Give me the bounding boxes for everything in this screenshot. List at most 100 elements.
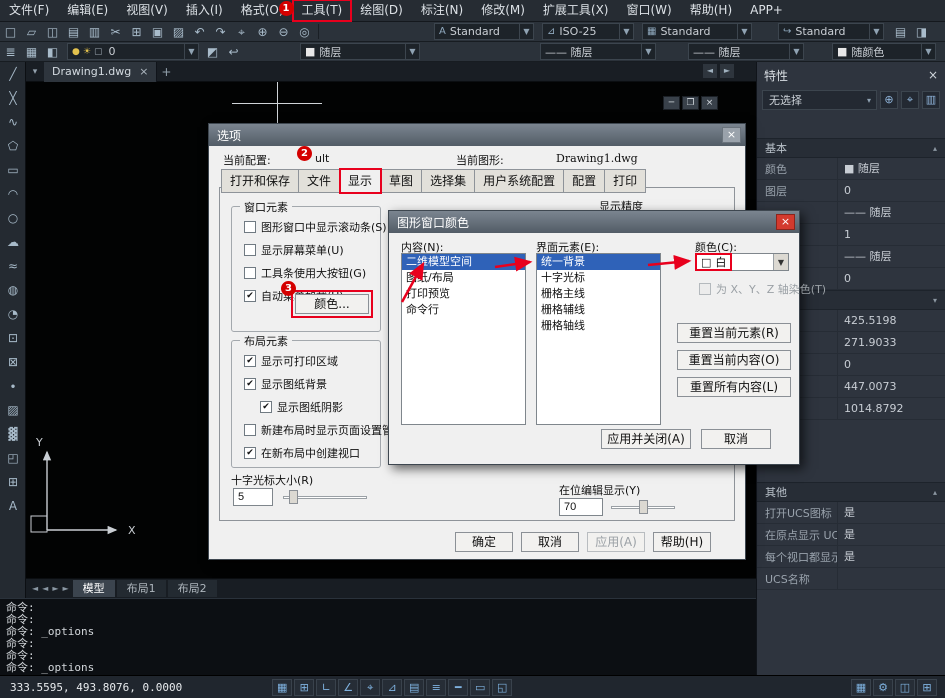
table-style-combo[interactable]: ▦ Standard ▼ [642,23,752,40]
layer-combo[interactable]: ●☀▢ 0 ▼ [67,43,199,60]
section-header-other[interactable]: 其他 ▴ [757,482,945,502]
options-tab[interactable]: 配置 [564,169,605,193]
property-row[interactable]: 打开UCS图标 是 [757,502,945,524]
layer-isolate-icon[interactable]: ◧ [42,43,63,61]
apply-and-close-button[interactable]: 应用并关闭(A) [601,429,691,449]
lineweight-combo[interactable]: —— 随层 ▼ [688,43,804,60]
menu-item[interactable]: 视图(V) [117,0,177,21]
layout-nav-icon[interactable]: ◄ [40,584,50,593]
arc-icon[interactable]: ◠ [0,182,26,206]
list-item[interactable]: 栅格辅线 [537,302,660,318]
properties-panel-icon[interactable]: ▤ [890,23,911,41]
options-tab[interactable]: 选择集 [422,169,475,193]
toggle-pickadd-icon[interactable]: ⊕ [880,91,898,109]
crosshair-size-input[interactable] [233,488,273,506]
section-header-basic[interactable]: 基本 ▴ [757,138,945,158]
menu-item[interactable]: 帮助(H) [681,0,741,21]
menu-item[interactable]: 绘图(D) [351,0,412,21]
options-tab[interactable]: 显示 [340,169,381,193]
ellipse-icon[interactable]: ◍ [0,278,26,302]
list-item[interactable]: 统一背景 [537,254,660,270]
close-icon[interactable]: × [776,214,795,230]
plotstyle-combo[interactable]: ■ 随颜色 ▼ [832,43,936,60]
menu-item[interactable]: 标注(N) [412,0,472,21]
open-icon[interactable]: ▱ [21,23,42,41]
menu-item[interactable]: 窗口(W) [618,0,681,21]
rectangle-icon[interactable]: ▭ [0,158,26,182]
list-item[interactable]: 打印预览 [402,286,525,302]
list-item[interactable]: 二维模型空间 [402,254,525,270]
mleader-style-combo[interactable]: ↪ Standard ▼ [778,23,884,40]
color-combo[interactable]: ■ 随层 ▼ [300,43,420,60]
layout-nav-icon[interactable]: ◄ [30,584,40,593]
options-tab[interactable]: 用户系统配置 [475,169,564,193]
ducs-toggle[interactable]: ▤ [404,679,424,696]
construction-line-icon[interactable]: ╳ [0,86,26,110]
save-icon[interactable]: ◫ [42,23,63,41]
close-tab-icon[interactable]: × [139,65,148,78]
line-icon[interactable]: ╱ [0,62,26,86]
layout-nav-icon[interactable]: ► [60,584,70,593]
paste-icon[interactable]: ▣ [147,23,168,41]
region-icon[interactable]: ◰ [0,446,26,470]
table-icon[interactable]: ⊞ [0,470,26,494]
orbit-icon[interactable]: ◎ [294,23,315,41]
property-row[interactable]: 在原点显示 UCS ... 是 [757,524,945,546]
linetype-combo[interactable]: —— 随层 ▼ [540,43,656,60]
select-objects-icon[interactable]: ⌖ [901,91,919,109]
options-tab[interactable]: 打开和保存 [221,169,299,193]
dyn-toggle[interactable]: ≡ [426,679,446,696]
quick-select-icon[interactable]: ▥ [922,91,940,109]
model-space-toggle[interactable]: ◱ [492,679,512,696]
ok-button[interactable]: 确定 [455,532,513,552]
spline-icon[interactable]: ≈ [0,254,26,278]
close-icon[interactable]: × [722,127,741,143]
reset-button[interactable]: 重置当前内容(O) [677,350,791,370]
new-tab-icon[interactable]: + [157,65,175,79]
reset-button[interactable]: 重置所有内容(L) [677,377,791,397]
document-tab[interactable]: Drawing1.dwg × [44,62,157,82]
redo-icon[interactable]: ↷ [210,23,231,41]
slider-thumb[interactable] [289,490,298,504]
layout-tab[interactable]: 布局2 [168,580,217,597]
revision-cloud-icon[interactable]: ☁ [0,230,26,254]
annotation-scale-icon[interactable]: ▦ [851,679,871,696]
gradient-icon[interactable]: ▓ [0,422,26,446]
match-properties-icon[interactable]: ▨ [168,23,189,41]
tool-palettes-icon[interactable]: ◨ [911,23,932,41]
pan-icon[interactable]: ⌖ [231,23,252,41]
fullscreen-icon[interactable]: ⊞ [917,679,937,696]
list-item[interactable]: 命令行 [402,302,525,318]
menu-item[interactable]: 1 工具(T) [293,0,352,21]
cut-icon[interactable]: ✂ [105,23,126,41]
polar-toggle[interactable]: ∠ [338,679,358,696]
ellipse-arc-icon[interactable]: ◔ [0,302,26,326]
property-row[interactable]: 颜色 ■ 随层 [757,158,945,180]
menu-item[interactable]: 扩展工具(X) [534,0,618,21]
quick-properties-toggle[interactable]: ▭ [470,679,490,696]
property-row[interactable]: 每个视口都显示 U... 是 [757,546,945,568]
list-item[interactable]: 栅格主线 [537,286,660,302]
polygon-icon[interactable]: ⬠ [0,134,26,158]
close-icon[interactable]: × [928,68,938,82]
lineweight-toggle[interactable]: ━ [448,679,468,696]
selection-combo[interactable]: 无选择 ▾ [762,90,877,110]
ortho-toggle[interactable]: ∟ [316,679,336,696]
menu-item[interactable]: 修改(M) [472,0,534,21]
cancel-button[interactable]: 取消 [521,532,579,552]
tab-list-icon[interactable]: ▾ [26,67,44,77]
osnap-toggle[interactable]: ⌖ [360,679,380,696]
make-block-icon[interactable]: ⊠ [0,350,26,374]
command-line[interactable]: 命令:命令:命令: _options命令:命令:命令: _options [0,598,756,675]
minimize-icon[interactable]: ─ [663,96,680,110]
apply-button[interactable]: 应用(A) [587,532,645,552]
plot-icon[interactable]: ▤ [63,23,84,41]
zoom-out-icon[interactable]: ⊖ [273,23,294,41]
options-dialog-titlebar[interactable]: 选项 × [209,124,745,146]
point-icon[interactable]: ∙ [0,374,26,398]
reset-button[interactable]: 重置当前元素(R) [677,323,791,343]
zoom-in-icon[interactable]: ⊕ [252,23,273,41]
close-icon[interactable]: × [701,96,718,110]
snap-toggle[interactable]: ▦ [272,679,292,696]
workspace-icon[interactable]: ⚙ [873,679,893,696]
